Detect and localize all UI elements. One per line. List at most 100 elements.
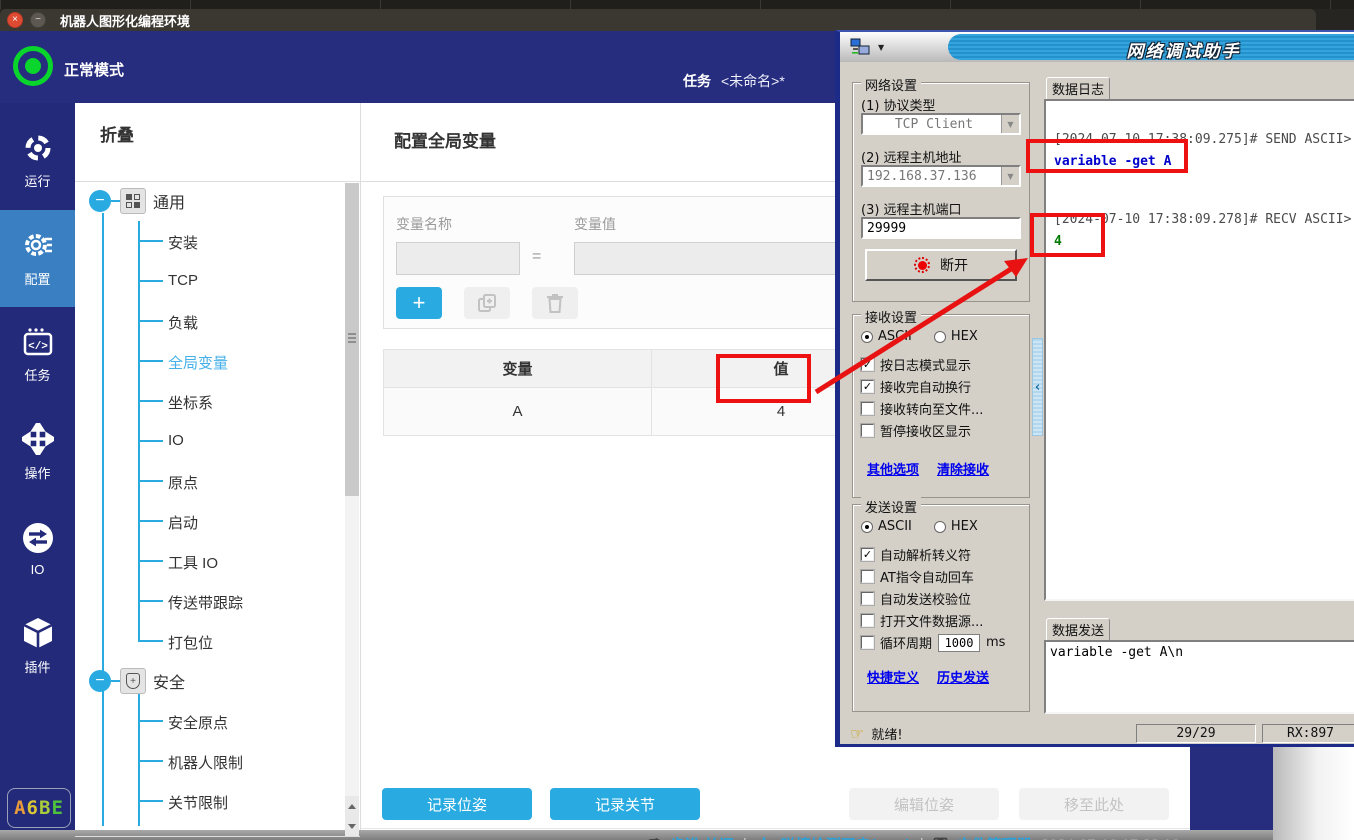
log-recv-payload: 4 — [1054, 231, 1354, 253]
step-status[interactable]: 步进 关闭 — [670, 834, 734, 840]
tree-group-label: 通用 — [153, 189, 185, 213]
column-header-variable: 变量 — [384, 350, 652, 388]
scroll-up-icon[interactable] — [345, 796, 359, 816]
sidebar-item-label: IO — [31, 562, 45, 577]
tree-collapse-header[interactable]: 折叠 — [100, 121, 134, 146]
scrollbar-thumb[interactable] — [345, 183, 359, 496]
sidebar-item-plugin[interactable]: 插件 — [0, 598, 75, 695]
host-value: 192.168.37.136 — [863, 169, 1001, 184]
tree-item-tcp[interactable]: TCP — [168, 272, 198, 289]
parse-escape-checkbox[interactable]: ✓自动解析转义符 — [861, 545, 971, 564]
sidebar-item-label: 操作 — [24, 463, 50, 482]
redirect-to-file-checkbox[interactable]: 接收转向至文件... — [861, 399, 983, 418]
log-send-payload: variable -get A — [1054, 151, 1354, 173]
sidebar-item-io[interactable]: IO — [0, 501, 75, 598]
protocol-value: TCP Client — [863, 117, 1001, 132]
collapse-minus-icon[interactable]: − — [89, 670, 111, 692]
tree-item-conveyor[interactable]: 传送带跟踪 — [168, 592, 243, 613]
tree-group-safety[interactable]: − + 安全 — [89, 665, 185, 697]
mode-status-icon — [13, 46, 53, 86]
collision-status[interactable]: 碰撞检测开启(50%) — [781, 834, 911, 840]
tree-item-io[interactable]: IO — [168, 432, 184, 449]
tree-item-home[interactable]: 原点 — [168, 472, 198, 493]
recv-ascii-radio[interactable]: ASCII — [861, 329, 912, 344]
task-value: <未命名>* — [721, 73, 785, 89]
auto-checksum-checkbox[interactable]: 自动发送校验位 — [861, 589, 971, 608]
copy-icon — [477, 293, 497, 313]
run-icon — [23, 133, 53, 163]
tree-item-coordinates[interactable]: 坐标系 — [168, 392, 213, 413]
sidebar-item-config[interactable]: 配置 — [0, 210, 75, 307]
sidebar-item-operate[interactable]: 操作 — [0, 404, 75, 501]
history-send-link[interactable]: 历史发送 — [937, 667, 989, 686]
other-options-link[interactable]: 其他选项 — [867, 459, 919, 478]
at-auto-return-checkbox[interactable]: AT指令自动回车 — [861, 567, 974, 586]
variable-name-input[interactable] — [396, 242, 520, 275]
delete-variable-button[interactable] — [532, 287, 578, 319]
move-here-button[interactable]: 移至此处 — [1019, 788, 1169, 820]
tree-item-global-variables[interactable]: 全局变量 — [168, 352, 228, 373]
sidebar-item-task[interactable]: </> 任务 — [0, 307, 75, 404]
netassist-titlebar[interactable]: ▼ 网络调试助手 — [840, 32, 1354, 62]
cycle-period-input[interactable] — [938, 634, 980, 652]
dropdown-arrow-icon: ▼ — [878, 43, 884, 52]
dropdown-arrow-icon[interactable]: ▼ — [1001, 115, 1019, 133]
host-select[interactable]: 192.168.37.136 ▼ — [861, 165, 1021, 187]
recv-hex-radio[interactable]: HEX — [934, 329, 978, 344]
tree-group-general[interactable]: − 通用 — [89, 185, 185, 217]
netassist-menu[interactable]: ▼ — [840, 32, 948, 62]
auto-newline-checkbox[interactable]: ✓接收完自动换行 — [861, 377, 971, 396]
edit-pose-button[interactable]: 编辑位姿 — [849, 788, 999, 820]
send-hex-radio[interactable]: HEX — [934, 519, 978, 534]
dropdown-arrow-icon[interactable]: ▼ — [1001, 167, 1019, 185]
port-input[interactable] — [861, 217, 1021, 239]
sidebar-item-run[interactable]: 运行 — [0, 113, 75, 210]
robot-model-badge: A6BE — [7, 788, 71, 828]
tree-item-payload[interactable]: 负载 — [168, 312, 198, 333]
tree-item-startup[interactable]: 启动 — [168, 512, 198, 533]
pause-display-checkbox[interactable]: 暂停接收区显示 — [861, 421, 971, 440]
tree-item-tool-io[interactable]: 工具 IO — [168, 552, 218, 573]
general-grid-icon — [120, 188, 146, 214]
protocol-label: (1) 协议类型 — [861, 95, 936, 114]
tree-item-safe-home[interactable]: 安全原点 — [168, 712, 228, 733]
tree-item-install[interactable]: 安装 — [168, 232, 198, 253]
file-manager-status[interactable]: 文件管理器 — [957, 834, 1032, 840]
clear-receive-link[interactable]: 清除接收 — [937, 459, 989, 478]
duplicate-variable-button[interactable] — [464, 287, 510, 319]
code-window-icon: </> — [22, 327, 54, 357]
record-pose-button[interactable]: 记录位姿 — [382, 788, 532, 820]
tab-data-send[interactable]: 数据发送 — [1046, 618, 1110, 640]
table-row[interactable]: A 4 — [384, 388, 911, 436]
add-variable-button[interactable]: + — [396, 287, 442, 319]
panel-splitter-handle[interactable]: ‹ — [1032, 338, 1043, 436]
collapse-minus-icon[interactable]: − — [89, 190, 111, 212]
cycle-send-checkbox[interactable]: 循环周期 ms — [861, 633, 1005, 652]
collision-robot-icon — [756, 837, 772, 840]
tree-item-robot-limits[interactable]: 机器人限制 — [168, 752, 243, 773]
close-icon[interactable]: × — [7, 12, 23, 28]
divider — [361, 828, 1190, 829]
connection-status-icon — [914, 257, 930, 273]
minimize-icon[interactable]: − — [30, 12, 46, 28]
group-title: 网络设置 — [861, 75, 921, 94]
file-data-source-checkbox[interactable]: 打开文件数据源... — [861, 611, 983, 630]
tree-item-packing[interactable]: 打包位 — [168, 632, 213, 653]
tree-item-joint-limits[interactable]: 关节限制 — [168, 792, 228, 813]
ready-status: 就绪! — [871, 724, 902, 743]
task-indicator: 任务 <未命名>* — [683, 71, 785, 91]
protocol-select[interactable]: TCP Client ▼ — [861, 113, 1021, 135]
data-log-area[interactable]: [2024-07-10 17:38:09.275]# SEND ASCII> v… — [1044, 99, 1354, 601]
cell-variable-name[interactable]: A — [384, 388, 652, 436]
quick-define-link[interactable]: 快捷定义 — [867, 667, 919, 686]
sidebar-item-label: 运行 — [24, 171, 50, 190]
data-send-area[interactable]: variable -get A\n — [1044, 640, 1354, 714]
log-mode-checkbox[interactable]: ✓按日志模式显示 — [861, 355, 971, 374]
disconnect-button[interactable]: 断开 — [865, 249, 1017, 281]
tab-data-log[interactable]: 数据日志 — [1046, 77, 1110, 99]
tree-scrollbar[interactable] — [345, 183, 359, 836]
record-joint-button[interactable]: 记录关节 — [550, 788, 700, 820]
task-label: 任务 — [683, 73, 711, 89]
scroll-down-icon[interactable] — [345, 816, 359, 836]
send-ascii-radio[interactable]: ASCII — [861, 519, 912, 534]
